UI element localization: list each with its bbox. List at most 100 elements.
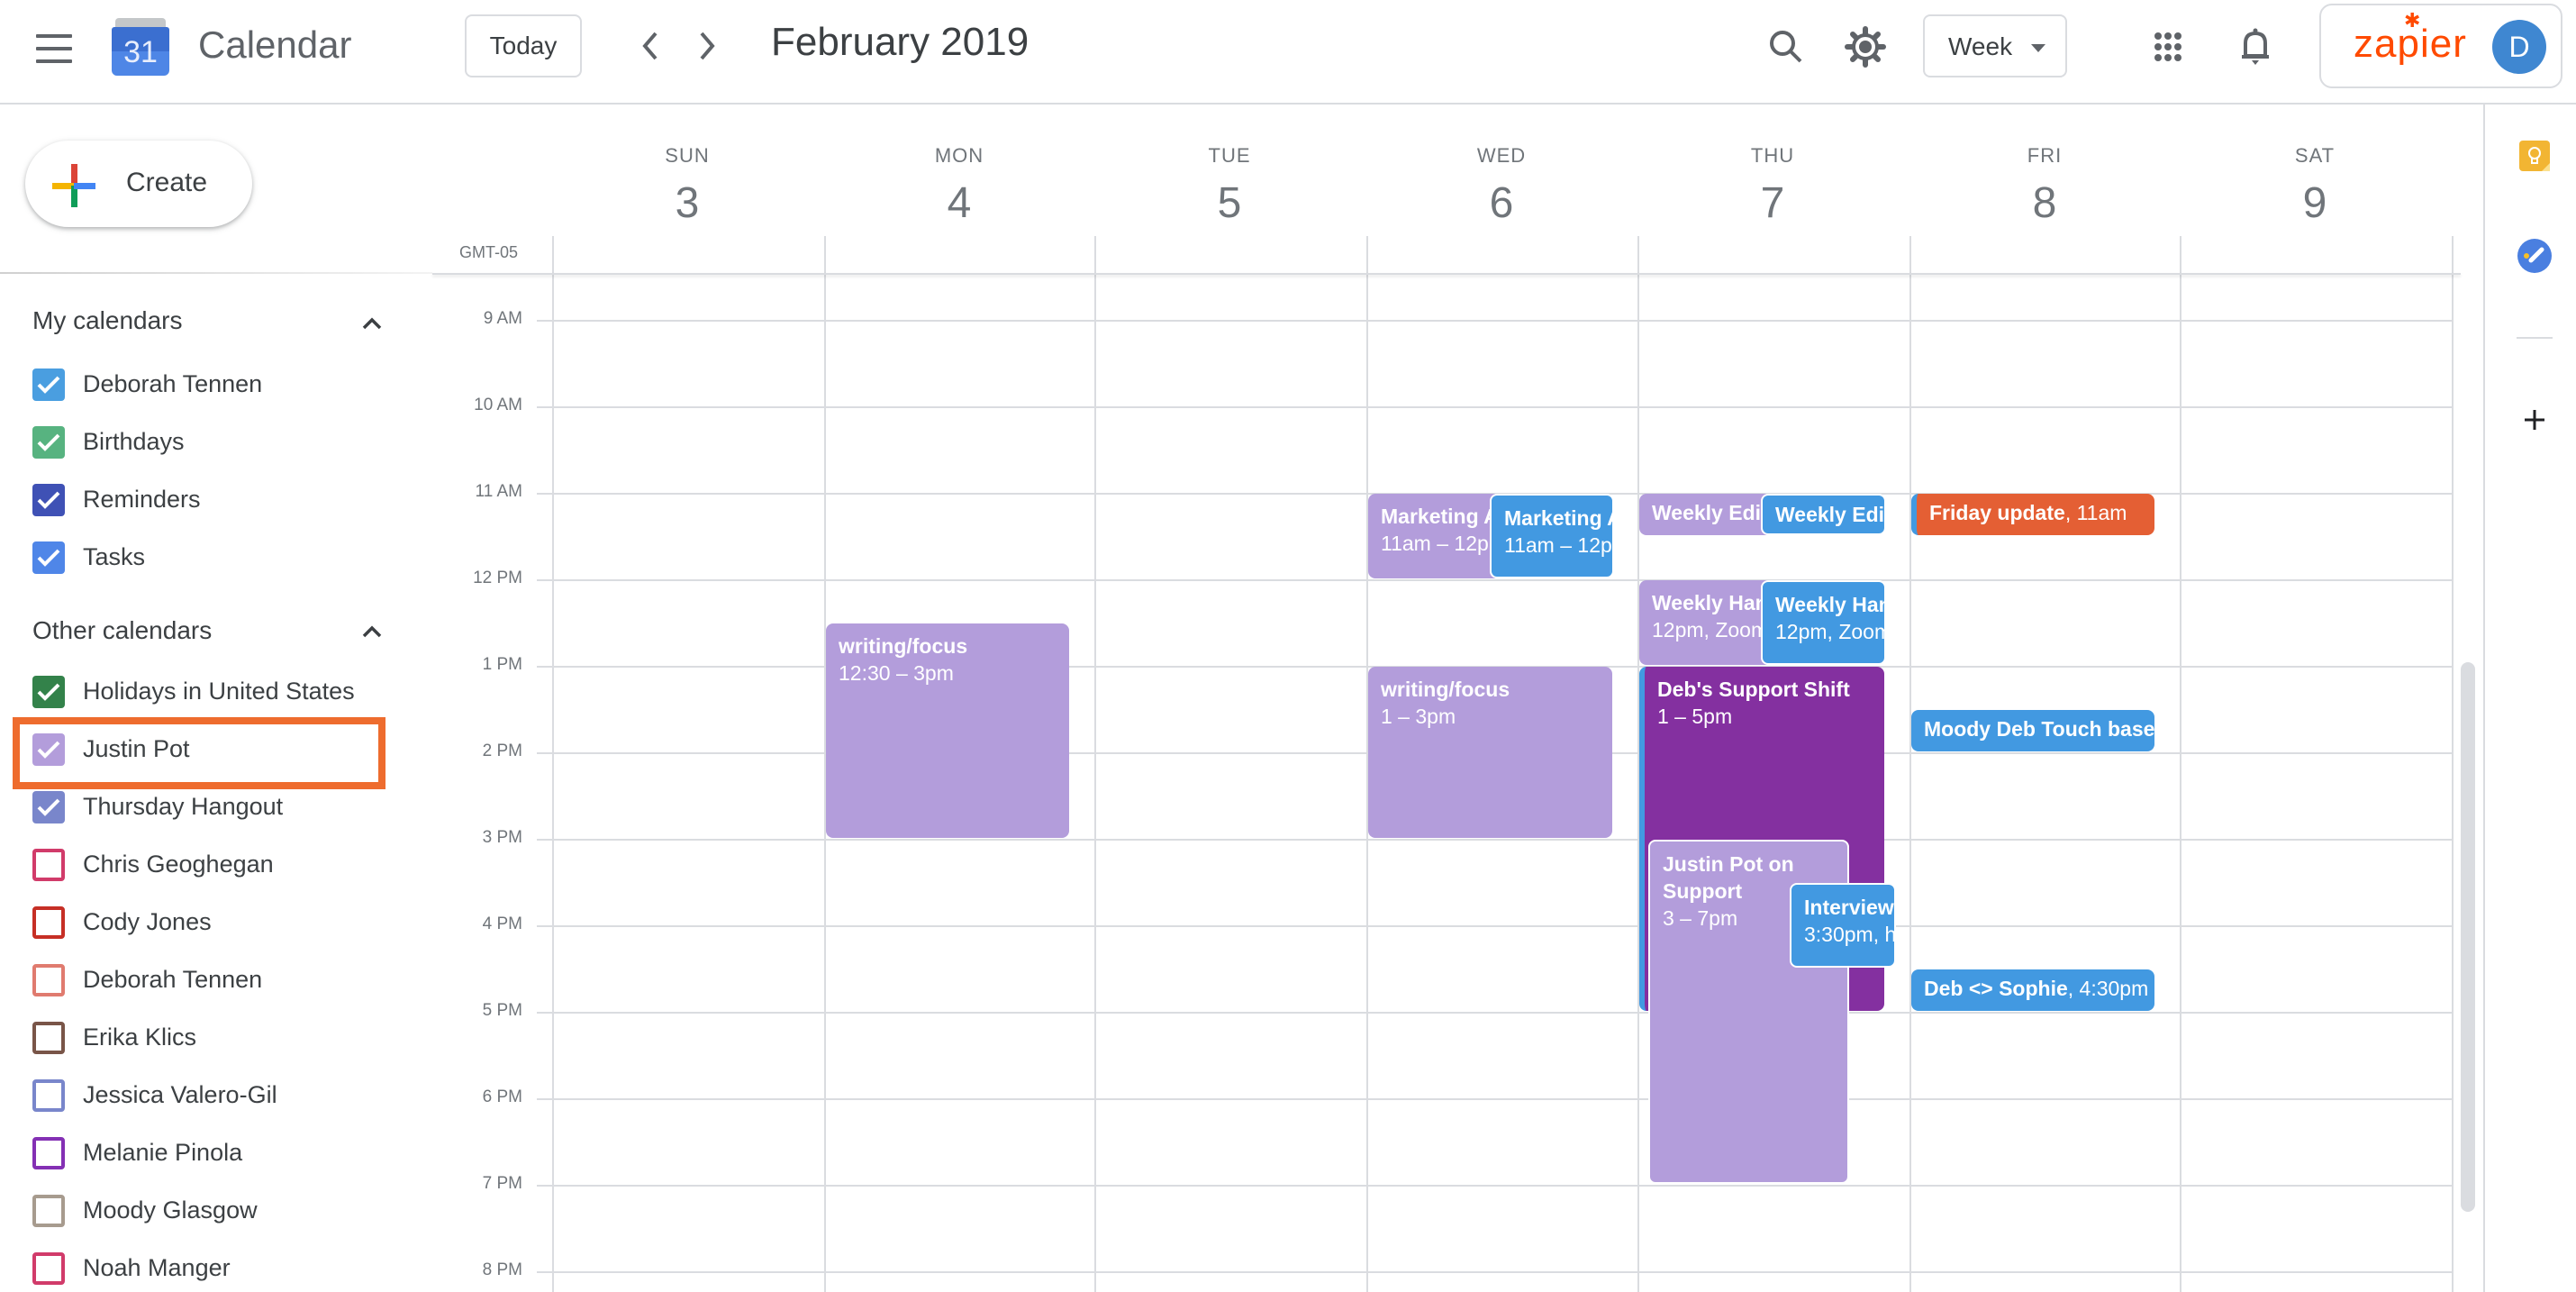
calendar-label: Jessica Valero-Gil bbox=[83, 1081, 277, 1108]
calendar-event[interactable]: writing/focus 12:30 – 3pm bbox=[826, 623, 1069, 838]
apps-grid-icon bbox=[2154, 32, 2181, 61]
event-time: 11am bbox=[2076, 501, 2127, 524]
day-number[interactable]: 5 bbox=[1094, 178, 1365, 228]
day-of-week-label: WED bbox=[1476, 144, 1527, 167]
calendar-item[interactable]: Erika Klics bbox=[32, 1016, 393, 1061]
calendar-event[interactable]: Friday update, 11am bbox=[1911, 494, 2154, 535]
calendar-item[interactable]: Jessica Valero-Gil bbox=[32, 1074, 393, 1119]
calendar-checkbox[interactable] bbox=[32, 1137, 65, 1169]
hour-gridline bbox=[537, 1185, 2452, 1187]
calendar-event[interactable]: Interview - 3:30pm, https bbox=[1790, 883, 1896, 968]
view-selector[interactable]: Week bbox=[1923, 14, 2067, 77]
calendar-item[interactable]: Thursday Hangout bbox=[32, 786, 393, 831]
day-of-week-label: FRI bbox=[2027, 144, 2063, 167]
calendar-checkbox[interactable] bbox=[32, 676, 65, 708]
time-label: 1 PM bbox=[482, 655, 522, 674]
calendar-item[interactable]: Moody Glasgow bbox=[32, 1189, 393, 1234]
calendar-event[interactable]: Moody Deb Touch base, 1:30pm bbox=[1911, 710, 2154, 751]
calendar-event[interactable]: Marketing All Hands 11am – 12pm bbox=[1490, 494, 1614, 578]
calendar-checkbox[interactable] bbox=[32, 426, 65, 459]
side-panel-divider bbox=[2483, 105, 2485, 1292]
calendar-event[interactable]: Weekly Editorial bbox=[1639, 494, 1775, 535]
calendar-checkbox[interactable] bbox=[32, 368, 65, 401]
event-title: Weekly Hangout bbox=[1775, 593, 1884, 616]
create-button[interactable]: Create bbox=[25, 141, 252, 227]
view-selector-label: Week bbox=[1948, 32, 2013, 60]
today-button[interactable]: Today bbox=[465, 14, 582, 77]
calendar-label: Deborah Tennen bbox=[83, 370, 263, 397]
calendar-checkbox[interactable] bbox=[32, 849, 65, 881]
search-icon bbox=[1770, 31, 1802, 63]
calendar-checkbox[interactable] bbox=[32, 1252, 65, 1285]
calendar-item[interactable]: Cody Jones bbox=[32, 901, 393, 946]
keep-icon[interactable] bbox=[2519, 141, 2550, 171]
column-divider bbox=[1094, 236, 1096, 1292]
event-title: Weekly Editorial bbox=[1652, 501, 1775, 524]
my-calendars-header[interactable]: My calendars bbox=[32, 306, 183, 335]
calendar-label: Noah Manger bbox=[83, 1254, 231, 1281]
previous-week-button[interactable] bbox=[628, 23, 673, 68]
calendar-checkbox[interactable] bbox=[32, 964, 65, 996]
calendar-event[interactable]: Deb <> Sophie, 4:30pm bbox=[1911, 969, 2154, 1011]
calendar-item[interactable]: Tasks bbox=[32, 536, 393, 581]
calendar-label: Chris Geoghegan bbox=[83, 851, 274, 878]
calendar-item[interactable]: Chris Geoghegan bbox=[32, 843, 393, 888]
settings-button[interactable] bbox=[1840, 22, 1891, 72]
calendar-item[interactable]: Deborah Tennen bbox=[32, 959, 393, 1004]
day-number[interactable]: 7 bbox=[1637, 178, 1908, 228]
calendar-event[interactable]: Weekly Hangout 12pm, Zoom bbox=[1761, 580, 1886, 665]
day-number[interactable]: 6 bbox=[1366, 178, 1637, 228]
checkmark-icon bbox=[37, 376, 60, 394]
main-menu-icon[interactable] bbox=[36, 34, 72, 63]
calendar-label: Melanie Pinola bbox=[83, 1139, 243, 1166]
avatar[interactable]: D bbox=[2492, 20, 2546, 74]
calendar-item[interactable]: Reminders bbox=[32, 478, 393, 523]
day-of-week-label: MON bbox=[934, 144, 984, 167]
calendar-item[interactable]: Noah Manger bbox=[32, 1247, 393, 1292]
chevron-up-icon[interactable] bbox=[358, 618, 385, 645]
bell-icon bbox=[2242, 28, 2269, 65]
day-number[interactable]: 4 bbox=[824, 178, 1094, 228]
add-addon-icon[interactable] bbox=[2522, 407, 2547, 432]
other-calendars-header[interactable]: Other calendars bbox=[32, 616, 212, 645]
day-number[interactable]: 9 bbox=[2180, 178, 2450, 228]
calendar-label: Moody Glasgow bbox=[83, 1196, 258, 1224]
calendar-checkbox[interactable] bbox=[32, 1022, 65, 1054]
event-time: 1 – 3pm bbox=[1381, 705, 1456, 728]
hour-gridline bbox=[537, 1012, 2452, 1014]
day-of-week-label: SAT bbox=[2294, 144, 2336, 167]
event-time: 12:30 – 3pm bbox=[839, 661, 954, 685]
calendar-item[interactable]: Melanie Pinola bbox=[32, 1132, 393, 1177]
calendar-checkbox[interactable] bbox=[32, 906, 65, 939]
day-number[interactable]: 8 bbox=[1909, 178, 2180, 228]
day-number[interactable]: 3 bbox=[552, 178, 822, 228]
time-label: 2 PM bbox=[482, 742, 522, 760]
calendar-label: Thursday Hangout bbox=[83, 793, 284, 820]
calendar-item[interactable]: Birthdays bbox=[32, 421, 393, 466]
event-separator: , bbox=[2064, 501, 2077, 524]
apps-button[interactable] bbox=[2143, 22, 2193, 72]
calendar-event[interactable]: Weekly Editorial bbox=[1761, 494, 1886, 535]
search-button[interactable] bbox=[1761, 22, 1811, 72]
hour-gridline bbox=[537, 1271, 2452, 1273]
calendar-event[interactable]: writing/focus 1 – 3pm bbox=[1368, 667, 1612, 838]
hour-gridline bbox=[537, 320, 2452, 322]
gear-icon bbox=[1845, 26, 1886, 68]
calendar-item[interactable]: Holidays in United States bbox=[32, 670, 393, 715]
calendar-label: Deborah Tennen bbox=[83, 966, 263, 993]
account-area[interactable]: zapier ✱ D bbox=[2319, 4, 2562, 88]
calendar-checkbox[interactable] bbox=[32, 541, 65, 574]
calendar-event[interactable]: Marketing All Hands 11am – 12pm bbox=[1368, 494, 1504, 578]
calendar-item[interactable]: Deborah Tennen bbox=[32, 363, 393, 408]
notifications-button[interactable] bbox=[2230, 22, 2281, 72]
calendar-checkbox[interactable] bbox=[32, 1195, 65, 1227]
next-week-button[interactable] bbox=[685, 23, 730, 68]
tasks-icon[interactable] bbox=[2517, 239, 2552, 273]
chevron-up-icon[interactable] bbox=[358, 310, 385, 337]
calendar-checkbox[interactable] bbox=[32, 484, 65, 516]
calendar-checkbox[interactable] bbox=[32, 791, 65, 823]
grid-scrollbar[interactable] bbox=[2461, 662, 2475, 1212]
checkmark-icon bbox=[37, 683, 60, 701]
calendar-checkbox[interactable] bbox=[32, 1079, 65, 1112]
calendar-event[interactable]: Weekly Hangout 12pm, Zoom bbox=[1639, 580, 1775, 665]
